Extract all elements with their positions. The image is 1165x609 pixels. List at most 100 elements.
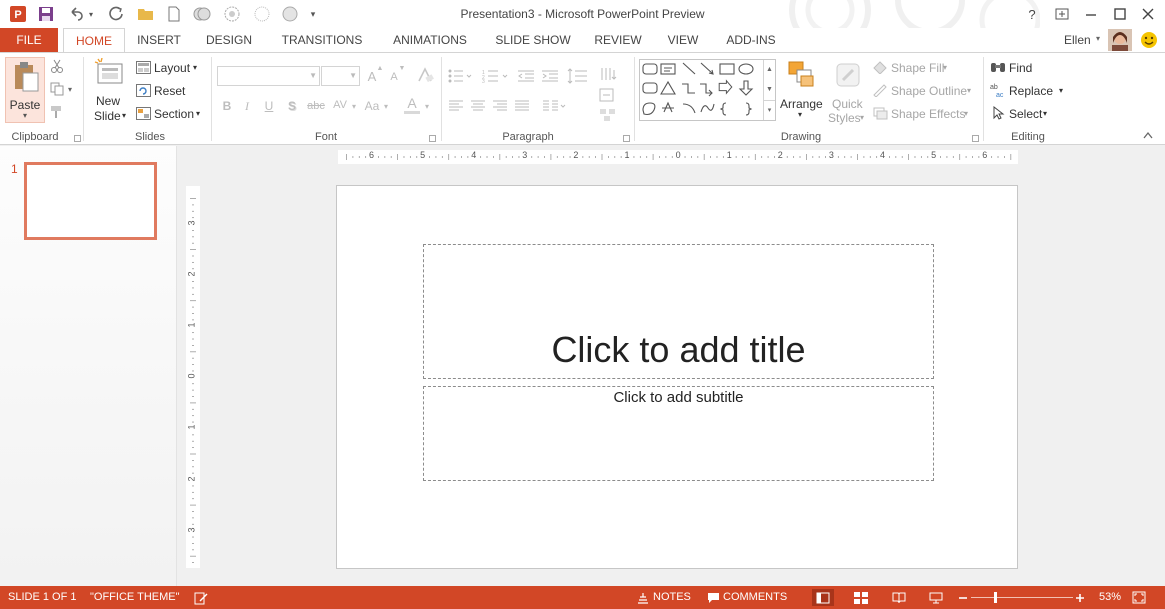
drawing-launcher-icon[interactable] — [972, 135, 979, 142]
paragraph-launcher-icon[interactable] — [623, 135, 630, 142]
justify-icon[interactable] — [513, 98, 531, 114]
zoom-slider-track[interactable] — [971, 592, 1073, 603]
strikethrough-button[interactable]: abc — [305, 96, 327, 116]
slide-thumbnail[interactable] — [24, 162, 157, 240]
shape-effects-dropdown-icon[interactable]: ▾ — [964, 109, 968, 118]
gallery-down-icon[interactable]: ▼ — [764, 80, 775, 100]
section-dropdown-icon[interactable]: ▾ — [196, 109, 200, 118]
quick-styles-button[interactable]: Quick Styles ▾ — [828, 58, 868, 128]
reset-button[interactable]: Reset — [154, 84, 185, 98]
tab-file[interactable]: FILE — [0, 28, 58, 52]
select-button[interactable]: Select — [1009, 107, 1042, 121]
open-folder-icon[interactable] — [136, 4, 156, 24]
convert-to-smartart-icon[interactable] — [598, 106, 620, 124]
numbering-icon[interactable]: 123 — [481, 67, 511, 85]
slide-canvas[interactable]: Click to add title Click to add subtitle — [336, 185, 1018, 569]
layout-button[interactable]: Layout — [154, 61, 190, 75]
replace-button[interactable]: Replace — [1009, 84, 1053, 98]
tab-insert[interactable]: INSERT — [132, 28, 186, 52]
customize-qat-icon[interactable]: ▾ — [306, 4, 320, 24]
redo-icon[interactable] — [106, 4, 126, 24]
decrease-indent-icon[interactable] — [516, 67, 536, 85]
align-right-icon[interactable] — [491, 98, 509, 114]
shape-icon-3[interactable] — [252, 4, 272, 24]
copy-dropdown-icon[interactable]: ▾ — [66, 83, 74, 95]
shapes-gallery[interactable]: ▲ ▼ ▾ — [639, 59, 776, 121]
align-center-icon[interactable] — [469, 98, 487, 114]
shape-icon-2[interactable] — [222, 4, 242, 24]
find-button[interactable]: Find — [1009, 61, 1032, 75]
increase-indent-icon[interactable] — [540, 67, 560, 85]
shape-fill-dropdown-icon[interactable]: ▾ — [943, 63, 947, 72]
align-text-icon[interactable] — [598, 86, 620, 104]
underline-button[interactable]: U — [262, 96, 276, 116]
shape-effects-button[interactable]: Shape Effects — [891, 107, 966, 121]
shapes-gallery-scroll[interactable]: ▲ ▼ ▾ — [763, 60, 775, 120]
tab-review[interactable]: REVIEW — [590, 28, 646, 52]
shape-outline-dropdown-icon[interactable]: ▾ — [967, 86, 971, 95]
title-placeholder[interactable]: Click to add title — [423, 244, 934, 379]
zoom-out-icon[interactable] — [957, 589, 969, 606]
tab-slide-show[interactable]: SLIDE SHOW — [492, 28, 574, 52]
tab-design[interactable]: DESIGN — [200, 28, 258, 52]
change-case-dropdown-icon[interactable]: ▾ — [382, 96, 390, 116]
columns-icon[interactable] — [541, 98, 567, 114]
font-color-button[interactable]: A — [404, 94, 420, 114]
gallery-up-icon[interactable]: ▲ — [764, 60, 775, 80]
line-spacing-icon[interactable] — [566, 67, 590, 85]
reading-view-icon[interactable] — [889, 589, 909, 606]
undo-icon[interactable] — [66, 4, 86, 24]
close-icon[interactable] — [1137, 4, 1159, 24]
notes-button[interactable]: NOTES — [653, 591, 691, 603]
normal-view-icon[interactable] — [812, 589, 834, 606]
comments-button[interactable]: COMMENTS — [723, 591, 787, 603]
gallery-more-icon[interactable]: ▾ — [764, 100, 775, 121]
powerpoint-app-icon[interactable]: P — [8, 4, 28, 24]
layout-dropdown-icon[interactable]: ▾ — [193, 63, 197, 72]
comments-icon[interactable] — [706, 589, 720, 606]
text-direction-icon[interactable] — [598, 65, 620, 83]
ribbon-display-options-icon[interactable] — [1051, 4, 1073, 24]
shape-icon-1[interactable] — [192, 4, 212, 24]
tab-add-ins[interactable]: ADD-INS — [718, 28, 784, 52]
minimize-icon[interactable] — [1080, 4, 1102, 24]
font-size-combobox[interactable]: ▼ — [321, 66, 360, 86]
notes-icon[interactable] — [636, 589, 650, 606]
format-painter-icon[interactable] — [49, 104, 65, 120]
bullets-icon[interactable] — [447, 67, 475, 85]
font-name-combobox[interactable]: ▼ — [217, 66, 320, 86]
save-icon[interactable] — [36, 4, 56, 24]
user-dropdown-icon[interactable]: ▾ — [1096, 34, 1100, 43]
select-dropdown-icon[interactable]: ▾ — [1043, 109, 1047, 118]
help-button[interactable]: ? — [1021, 4, 1043, 24]
shape-outline-button[interactable]: Shape Outline — [891, 84, 967, 98]
collapse-ribbon-icon[interactable] — [1142, 129, 1154, 139]
new-document-icon[interactable] — [164, 4, 184, 24]
fit-slide-to-window-icon[interactable] — [1130, 589, 1148, 606]
shape-icon-4[interactable] — [280, 4, 300, 24]
align-left-icon[interactable] — [447, 98, 465, 114]
italic-button[interactable]: I — [240, 96, 254, 116]
zoom-slider-thumb[interactable] — [994, 592, 998, 603]
font-launcher-icon[interactable] — [429, 135, 436, 142]
font-color-dropdown-icon[interactable]: ▾ — [423, 96, 431, 116]
zoom-level[interactable]: 53% — [1099, 591, 1121, 603]
tab-transitions[interactable]: TRANSITIONS — [278, 28, 366, 52]
character-spacing-dropdown-icon[interactable]: ▾ — [350, 96, 358, 116]
bold-button[interactable]: B — [220, 96, 234, 116]
zoom-in-icon[interactable] — [1074, 589, 1086, 606]
slide-show-icon[interactable] — [926, 589, 946, 606]
character-spacing-button[interactable]: AV — [330, 95, 350, 115]
avatar[interactable] — [1108, 29, 1132, 51]
tab-home[interactable]: HOME — [63, 28, 125, 53]
change-case-button[interactable]: Aa — [362, 96, 382, 116]
subtitle-placeholder[interactable]: Click to add subtitle — [423, 386, 934, 481]
spell-check-icon[interactable] — [192, 589, 210, 606]
user-name[interactable]: Ellen — [1064, 33, 1091, 47]
cut-icon[interactable] — [49, 58, 65, 74]
clipboard-launcher-icon[interactable] — [74, 135, 81, 142]
undo-dropdown-icon[interactable]: ▾ — [86, 4, 96, 24]
section-button[interactable]: Section — [154, 107, 194, 121]
arrange-button[interactable]: Arrange ▾ — [780, 58, 824, 128]
maximize-icon[interactable] — [1109, 4, 1131, 24]
